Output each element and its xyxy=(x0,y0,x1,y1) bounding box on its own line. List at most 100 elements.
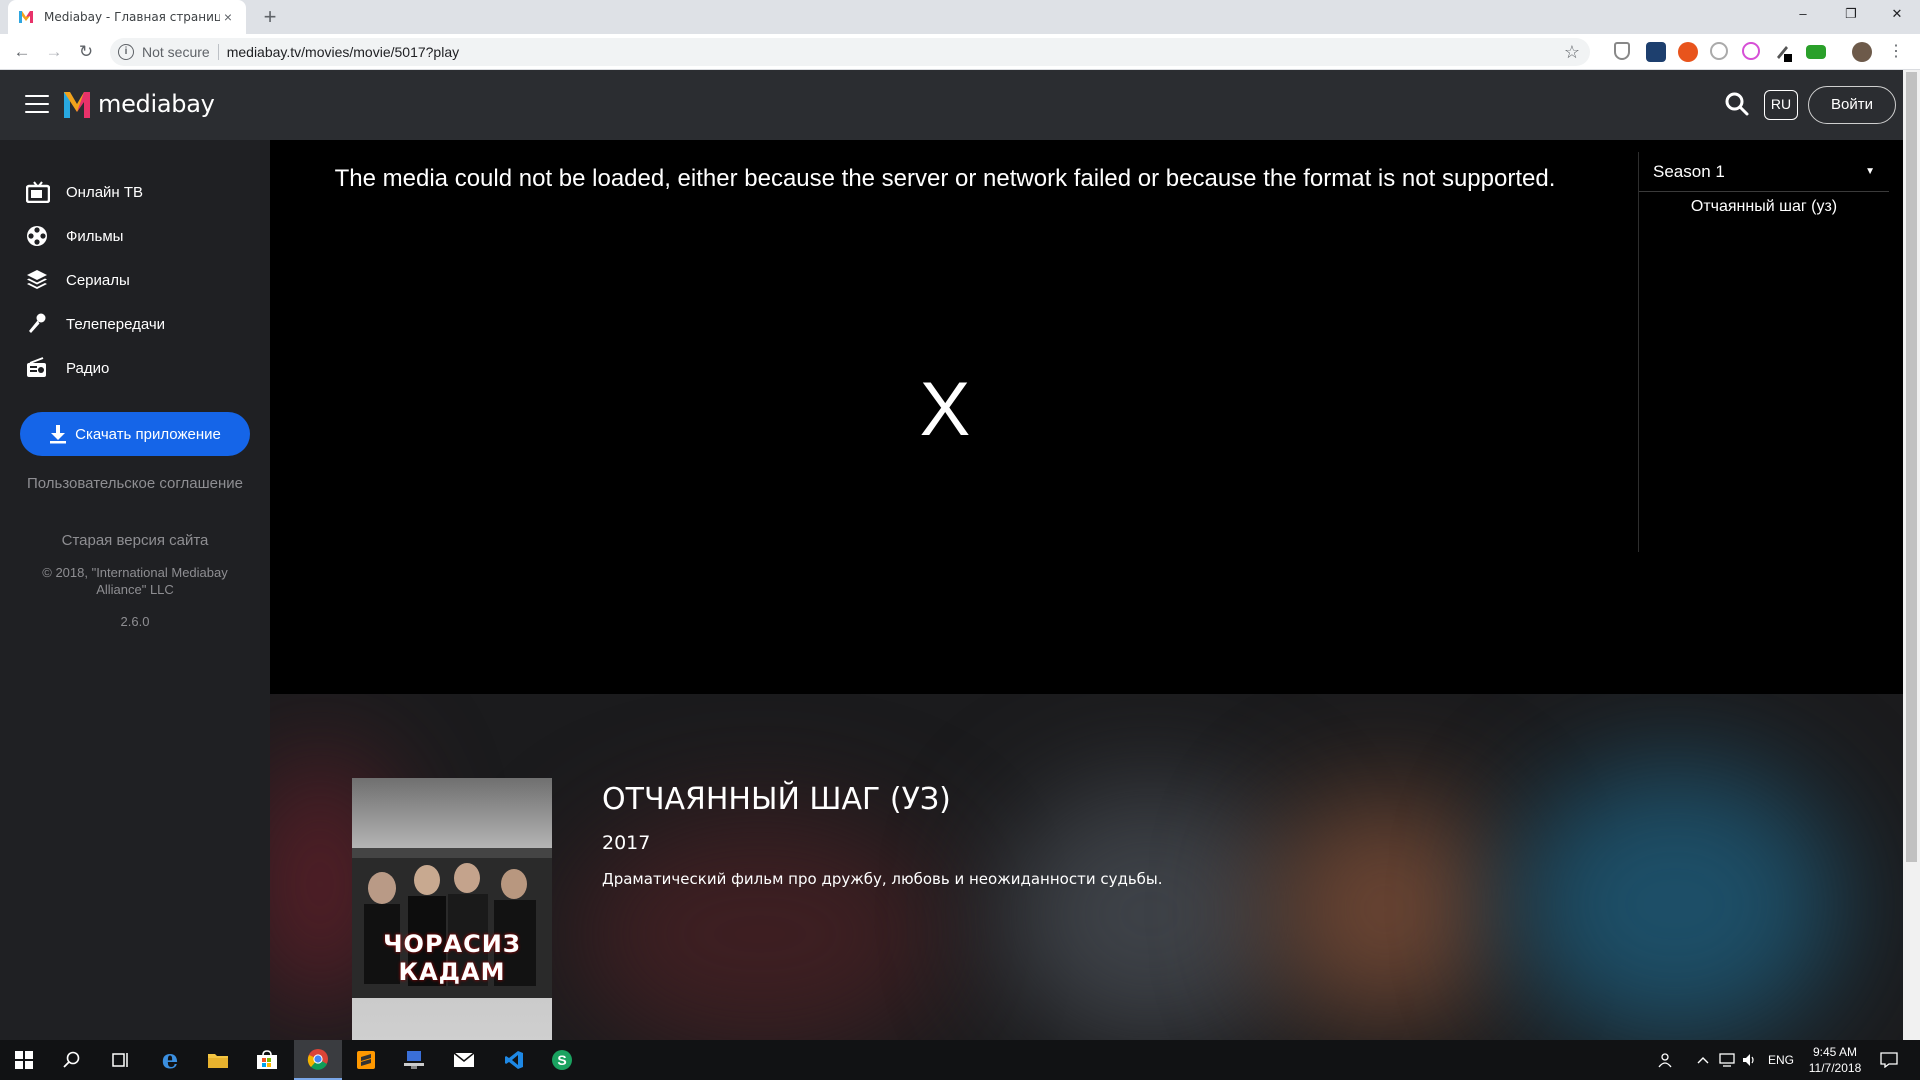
sidebar-item-label: Сериалы xyxy=(66,271,130,289)
screen: Mediabay - Главная страница × + – ❐ ✕ ← … xyxy=(0,0,1920,1080)
profile-avatar[interactable] xyxy=(1852,42,1872,62)
reload-button[interactable]: ↻ xyxy=(74,40,98,64)
browser-tabstrip: Mediabay - Главная страница × + – ❐ ✕ xyxy=(0,0,1920,34)
film-year: 2017 xyxy=(602,832,651,854)
microphone-icon xyxy=(29,313,46,333)
sidebar-item-label: Телепередачи xyxy=(66,315,166,333)
page-scrollbar[interactable] xyxy=(1903,70,1920,1040)
sidebar-item-label: Фильмы xyxy=(66,227,124,245)
sidebar-item-label: Радио xyxy=(66,359,110,377)
season-panel: Season 1 ▼ Отчаянный шаг (уз) xyxy=(1638,152,1889,552)
bookmark-star-icon[interactable]: ☆ xyxy=(1564,42,1580,63)
download-app-button[interactable]: Скачать приложение xyxy=(20,412,250,456)
film-info-section: ЧОРАСИЗ КАДАМ ОТЧАЯННЫЙ ШАГ (УЗ) 2017 Др… xyxy=(270,694,1920,1040)
circle-extension-icon[interactable] xyxy=(1710,42,1728,60)
search-icon[interactable] xyxy=(1724,91,1750,117)
site-logo[interactable]: mediabay xyxy=(62,88,215,120)
taskbar: e S ENG 9:45 AM 11/7/2018 xyxy=(0,1040,1920,1080)
task-view-icon[interactable] xyxy=(96,1040,144,1080)
sublime-icon[interactable] xyxy=(342,1040,390,1080)
tab-close-icon[interactable]: × xyxy=(220,9,236,25)
browser-toolbar: ← → ↻ i Not secure mediabay.tv/movies/mo… xyxy=(0,34,1920,70)
svg-text:S: S xyxy=(557,1052,566,1068)
tv-icon xyxy=(26,181,50,203)
new-tab-button[interactable]: + xyxy=(256,4,284,30)
input-language[interactable]: ENG xyxy=(1768,1040,1794,1080)
address-bar[interactable]: i Not secure mediabay.tv/movies/movie/50… xyxy=(110,38,1590,66)
restore-button[interactable]: ❐ xyxy=(1828,0,1874,30)
login-button[interactable]: Войти xyxy=(1808,86,1896,124)
url-text[interactable]: mediabay.tv/movies/movie/5017?play xyxy=(227,44,1564,60)
user-agreement-link[interactable]: Пользовательское соглашение xyxy=(20,474,250,493)
download-app-label: Скачать приложение xyxy=(75,425,221,443)
shield-extension-icon[interactable] xyxy=(1614,42,1630,60)
clock-time: 9:45 AM xyxy=(1812,1045,1858,1059)
backdrop-blur xyxy=(1510,764,1840,1040)
hamburger-menu-icon[interactable] xyxy=(25,95,49,115)
sidebar-item-label: Онлайн ТВ xyxy=(66,183,144,201)
cookie-extension-icon[interactable] xyxy=(1678,42,1698,62)
store-icon[interactable] xyxy=(243,1040,291,1080)
menu-dots-icon[interactable]: ⋮ xyxy=(1888,42,1904,62)
sidebar-item-radio[interactable]: Радио xyxy=(26,356,109,380)
edge-icon[interactable]: e xyxy=(146,1040,194,1080)
copyright-text: © 2018, "International Mediabay Alliance… xyxy=(42,565,228,597)
omnibox-separator xyxy=(217,44,219,60)
caret-down-icon: ▼ xyxy=(1865,166,1875,177)
sidebar-item-films[interactable]: Фильмы xyxy=(26,224,123,248)
sidebar: Онлайн ТВ Фильмы Сериалы Телепередачи Ра… xyxy=(0,140,270,1040)
volume-icon[interactable] xyxy=(1742,1040,1758,1080)
vscode-icon[interactable] xyxy=(490,1040,538,1080)
close-window-button[interactable]: ✕ xyxy=(1874,0,1920,30)
flower-extension-icon[interactable] xyxy=(1742,42,1760,60)
backdrop-blur xyxy=(1270,794,1500,1024)
mediabay-favicon xyxy=(19,11,33,23)
s-app-icon[interactable]: S xyxy=(538,1040,586,1080)
download-icon xyxy=(50,425,67,444)
sidebar-item-tv-shows[interactable]: Телепередачи xyxy=(26,312,165,336)
season-selected-value: Season 1 xyxy=(1653,161,1725,181)
clock-date: 11/7/2018 xyxy=(1808,1061,1862,1075)
back-button[interactable]: ← xyxy=(10,40,34,64)
system-clock[interactable]: 9:45 AM 11/7/2018 xyxy=(1800,1044,1870,1076)
search-icon[interactable] xyxy=(48,1040,96,1080)
not-secure-label: Not secure xyxy=(142,44,210,60)
season-dropdown[interactable]: Season 1 ▼ xyxy=(1639,152,1889,192)
version-text: 2.6.0 xyxy=(120,614,150,629)
network-app-icon[interactable] xyxy=(390,1040,438,1080)
player-error-icon: X xyxy=(919,367,971,452)
old-version-link[interactable]: Старая версия сайта xyxy=(20,531,250,550)
scrollbar-thumb[interactable] xyxy=(1906,72,1917,862)
sidebar-item-online-tv[interactable]: Онлайн ТВ xyxy=(26,180,143,204)
sidebar-item-series[interactable]: Сериалы xyxy=(26,268,130,292)
chrome-icon[interactable] xyxy=(294,1040,342,1080)
episode-item[interactable]: Отчаянный шаг (уз) xyxy=(1639,198,1889,216)
film-reel-icon xyxy=(27,226,47,246)
people-icon[interactable] xyxy=(1658,1040,1676,1080)
language-switch[interactable]: RU xyxy=(1764,90,1798,120)
video-player[interactable]: The media could not be loaded, either be… xyxy=(270,140,1920,694)
forward-button[interactable]: → xyxy=(42,40,66,64)
green-extension-icon[interactable] xyxy=(1806,45,1826,59)
browser-tab[interactable]: Mediabay - Главная страница × xyxy=(8,0,246,34)
minimize-button[interactable]: – xyxy=(1780,0,1826,30)
tab-title: Mediabay - Главная страница xyxy=(44,10,220,24)
layers-icon xyxy=(27,270,47,289)
qr-extension-icon[interactable] xyxy=(1646,42,1666,62)
player-error-message: The media could not be loaded, either be… xyxy=(334,165,1556,192)
tray-chevron-up-icon[interactable] xyxy=(1696,1040,1710,1080)
info-icon[interactable]: i xyxy=(118,44,134,60)
logo-text: mediabay xyxy=(98,90,215,118)
file-explorer-icon[interactable] xyxy=(194,1040,242,1080)
brush-extension-icon[interactable] xyxy=(1774,42,1792,62)
film-poster[interactable]: ЧОРАСИЗ КАДАМ xyxy=(352,778,552,1040)
mediabay-logo-icon xyxy=(64,92,90,118)
film-description: Драматический фильм про дружбу, любовь и… xyxy=(602,870,1163,888)
backdrop-blur xyxy=(1000,784,1300,1040)
network-tray-icon[interactable] xyxy=(1718,1040,1736,1080)
radio-icon xyxy=(27,357,46,377)
film-title: ОТЧАЯННЫЙ ШАГ (УЗ) xyxy=(602,782,951,817)
start-icon[interactable] xyxy=(0,1040,48,1080)
mail-icon[interactable] xyxy=(440,1040,488,1080)
notifications-icon[interactable] xyxy=(1880,1040,1898,1080)
